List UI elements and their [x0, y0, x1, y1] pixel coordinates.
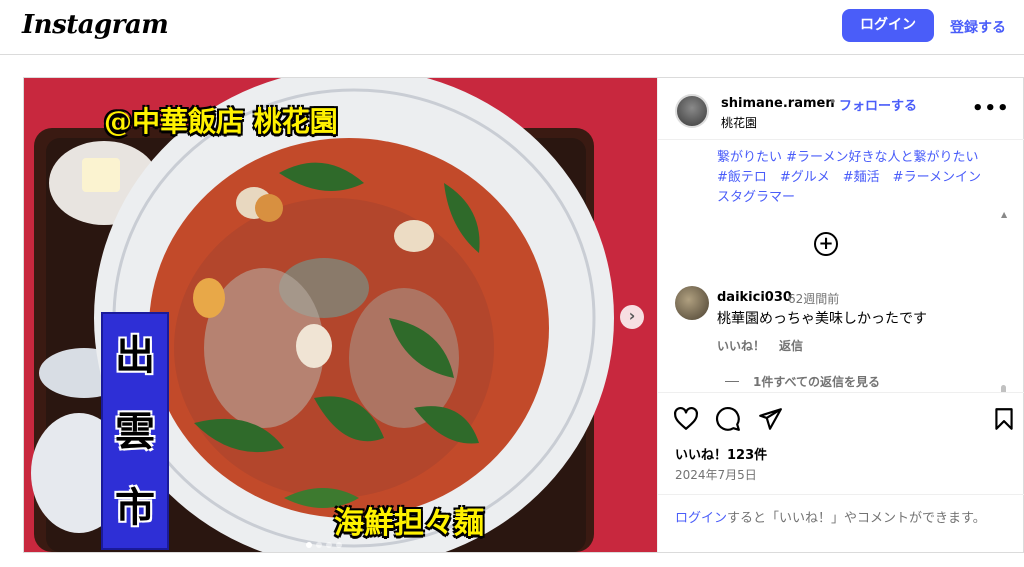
carousel-dot [316, 542, 322, 548]
follow-button[interactable]: フォローする [839, 95, 917, 114]
post-image: @中華飯店 桃花園 出 雲 市 海鮮担々麺 › [24, 78, 657, 552]
login-prompt: ログインすると「いいね！」やコメントができます。 [658, 494, 1024, 552]
replies-divider [725, 381, 739, 382]
commenter-avatar[interactable] [675, 286, 709, 320]
caption-city-char: 市 [115, 484, 155, 531]
caption-city-char: 出 [115, 332, 155, 379]
caption-dish-name: 海鮮担々麺 [334, 506, 484, 541]
author-avatar[interactable] [675, 94, 709, 128]
carousel-dot [336, 542, 342, 548]
post-date[interactable]: 2024年7月5日 [675, 466, 757, 483]
login-prompt-link[interactable]: ログイン [675, 511, 727, 526]
carousel-dot [326, 542, 332, 548]
caption-hashtags[interactable]: 繋がりたい #ラーメン好きな人と繋がりたい #飯テロ #グルメ #麺活 #ラーメ… [717, 148, 987, 208]
comment-timestamp[interactable]: 62週間前 [788, 290, 839, 307]
like-count[interactable]: いいね！123件 [675, 444, 767, 463]
login-prompt-message: すると「いいね！」やコメントができます。 [727, 511, 986, 526]
scroll-up-icon[interactable]: ▲ [1001, 210, 1007, 219]
top-navigation-bar: Instagram ログイン 登録する [0, 0, 1024, 55]
login-prompt-text: ログインすると「いいね！」やコメントができます。 [675, 509, 995, 529]
comment-like-button[interactable]: いいね！ [717, 337, 765, 354]
carousel-dots [306, 533, 346, 552]
share-icon[interactable] [757, 406, 783, 432]
post-sidebar: shimane.ramen • フォローする 桃花園 ••• 繋がりたい #ラー… [657, 78, 1024, 552]
post-card: @中華飯店 桃花園 出 雲 市 海鮮担々麺 › shimane.ramen • … [23, 77, 1024, 553]
login-button[interactable]: ログイン [842, 9, 934, 42]
signup-link[interactable]: 登録する [950, 17, 1006, 37]
carousel-dot [306, 542, 312, 548]
bookmark-icon[interactable] [991, 406, 1017, 432]
next-image-button[interactable]: › [620, 305, 644, 329]
caption-city-box: 出 雲 市 [101, 312, 169, 550]
comment-icon[interactable] [715, 406, 741, 432]
comment-reply-button[interactable]: 返信 [779, 337, 803, 354]
post-actions [658, 406, 1024, 436]
load-more-comments-icon[interactable]: + [814, 232, 838, 256]
scrollbar-thumb[interactable] [1001, 385, 1006, 392]
more-options-icon[interactable]: ••• [972, 98, 1010, 119]
comment-text: 桃華園めっちゃ美味しかったです [717, 311, 927, 327]
heart-icon[interactable] [673, 406, 699, 432]
instagram-logo[interactable]: Instagram [22, 10, 169, 40]
post-location[interactable]: 桃花園 [721, 114, 757, 131]
commenter-username[interactable]: daikici030 [717, 290, 792, 305]
caption-restaurant-name: @中華飯店 桃花園 [104, 105, 338, 138]
view-replies-link[interactable]: 1件すべての返信を見る [753, 373, 880, 390]
caption-city: 出 雲 市 [103, 318, 167, 546]
post-header: shimane.ramen • フォローする 桃花園 ••• [658, 78, 1024, 140]
author-username[interactable]: shimane.ramen [721, 96, 835, 111]
chevron-right-icon: › [628, 306, 636, 325]
comments-section: 繋がりたい #ラーメン好きな人と繋がりたい #飯テロ #グルメ #麺活 #ラーメ… [658, 140, 1024, 393]
caption-city-char: 雲 [115, 408, 155, 455]
comments-scrollbar[interactable]: ▲ ▼ [1001, 210, 1007, 392]
separator-dot: • [829, 95, 837, 110]
